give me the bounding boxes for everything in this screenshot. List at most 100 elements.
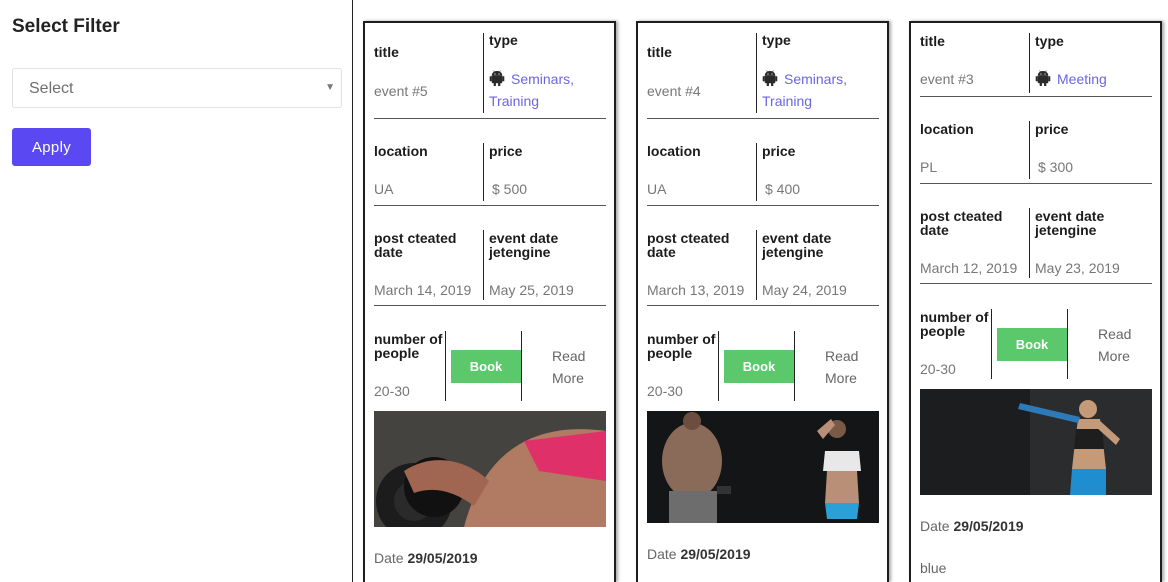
- col-divider: [521, 331, 522, 401]
- event-image: [920, 389, 1152, 495]
- row-divider: [374, 305, 606, 306]
- people-count: 20-30: [920, 361, 956, 377]
- post-created-date: March 12, 2019: [920, 260, 1018, 276]
- type-label: type: [762, 32, 791, 48]
- row-divider: [647, 118, 879, 119]
- date-prefix: Date: [920, 518, 950, 534]
- post-created-date: March 13, 2019: [647, 282, 745, 298]
- row-divider: [374, 118, 606, 119]
- col-divider: [1067, 309, 1068, 379]
- event-price: $ 400: [765, 181, 801, 197]
- event-type[interactable]: Seminars, Training: [762, 68, 872, 112]
- event-price: $ 500: [492, 181, 528, 197]
- event-photo: [647, 411, 879, 523]
- event-image: [374, 411, 606, 527]
- event-date: May 25, 2019: [489, 282, 574, 298]
- col-divider: [756, 33, 757, 113]
- date-prefix: Date: [374, 550, 404, 566]
- title-label: title: [920, 33, 945, 49]
- event-extra-field: blue: [920, 560, 947, 576]
- event-price: $ 300: [1038, 159, 1074, 175]
- col-divider: [483, 230, 484, 300]
- event-date-label: event date jetengine: [762, 230, 832, 260]
- col-divider: [1029, 33, 1030, 93]
- people-count: 20-30: [374, 383, 410, 399]
- title-label: title: [374, 44, 399, 60]
- col-divider: [756, 230, 757, 300]
- event-card: title event #3 type Meeting location PL …: [909, 21, 1162, 582]
- col-divider: [483, 33, 484, 113]
- book-button[interactable]: Book: [724, 350, 794, 383]
- filter-sidebar: Select Filter Select ▼ Apply: [0, 0, 352, 582]
- event-date-footer: Date 29/05/2019: [374, 550, 478, 566]
- location-label: location: [374, 143, 428, 159]
- apply-button[interactable]: Apply: [12, 128, 91, 166]
- col-divider: [1029, 208, 1030, 278]
- event-date-footer: Date 29/05/2019: [647, 546, 751, 562]
- col-divider: [991, 309, 992, 379]
- filter-select-value: Select: [29, 80, 74, 97]
- android-icon: [489, 70, 505, 86]
- row-divider: [920, 96, 1152, 97]
- location-label: location: [647, 143, 701, 159]
- read-more-link[interactable]: Read More: [1098, 323, 1138, 367]
- event-photo: [920, 389, 1152, 495]
- people-label: number of people: [647, 331, 716, 361]
- row-divider: [920, 183, 1152, 184]
- event-type[interactable]: Seminars, Training: [489, 68, 599, 112]
- footer-date: 29/05/2019: [953, 518, 1024, 534]
- filter-title: Select Filter: [12, 16, 120, 37]
- people-label: number of people: [920, 309, 989, 339]
- footer-date: 29/05/2019: [680, 546, 751, 562]
- people-count: 20-30: [647, 383, 683, 399]
- row-divider: [920, 283, 1152, 284]
- book-button[interactable]: Book: [451, 350, 521, 383]
- event-date: May 24, 2019: [762, 282, 847, 298]
- event-date-label: event date jetengine: [489, 230, 559, 260]
- price-label: price: [489, 143, 523, 159]
- col-divider: [445, 331, 446, 401]
- col-divider: [794, 331, 795, 401]
- price-label: price: [1035, 121, 1069, 137]
- col-divider: [756, 143, 757, 201]
- title-label: title: [647, 44, 672, 60]
- event-location: PL: [920, 159, 938, 175]
- price-label: price: [762, 143, 796, 159]
- event-date: May 23, 2019: [1035, 260, 1120, 276]
- event-date-footer: Date 29/05/2019: [920, 518, 1024, 534]
- event-image: [647, 411, 879, 523]
- people-label: number of people: [374, 331, 443, 361]
- book-button[interactable]: Book: [997, 328, 1067, 361]
- row-divider: [374, 205, 606, 206]
- col-divider: [1029, 121, 1030, 179]
- event-card: title event #4 type Seminars, Training l…: [636, 21, 889, 582]
- row-divider: [647, 205, 879, 206]
- chevron-down-icon: ▼: [325, 82, 335, 93]
- android-icon: [762, 70, 778, 86]
- location-label: location: [920, 121, 974, 137]
- sidebar-divider: [352, 0, 353, 582]
- col-divider: [718, 331, 719, 401]
- footer-date: 29/05/2019: [407, 550, 478, 566]
- post-created-label: post cteated date: [920, 208, 1003, 238]
- event-type-text: Meeting: [1057, 71, 1107, 87]
- event-location: UA: [647, 181, 667, 197]
- event-location: UA: [374, 181, 394, 197]
- post-created-label: post cteated date: [647, 230, 730, 260]
- event-date-label: event date jetengine: [1035, 208, 1105, 238]
- read-more-link[interactable]: Read More: [825, 345, 865, 389]
- date-prefix: Date: [647, 546, 677, 562]
- event-title: event #3: [920, 71, 974, 87]
- filter-select[interactable]: Select ▼: [12, 68, 342, 108]
- read-more-link[interactable]: Read More: [552, 345, 592, 389]
- type-label: type: [489, 32, 518, 48]
- type-label: type: [1035, 33, 1064, 49]
- col-divider: [483, 143, 484, 201]
- event-title: event #5: [374, 83, 428, 99]
- event-card: title event #5 type Seminars, Training l…: [363, 21, 616, 582]
- post-created-label: post cteated date: [374, 230, 457, 260]
- android-icon: [1035, 70, 1051, 86]
- event-title: event #4: [647, 83, 701, 99]
- event-type[interactable]: Meeting: [1035, 68, 1145, 90]
- post-created-date: March 14, 2019: [374, 282, 472, 298]
